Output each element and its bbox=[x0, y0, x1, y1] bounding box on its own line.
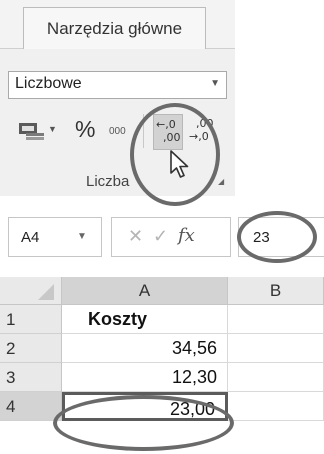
comma-style-button[interactable]: 000 bbox=[109, 126, 126, 137]
insert-function-icon[interactable]: fx bbox=[178, 225, 195, 246]
select-all-corner[interactable] bbox=[0, 277, 62, 305]
dialog-launcher-icon[interactable]: ◢ bbox=[218, 177, 224, 186]
row-header-3[interactable]: 3 bbox=[0, 363, 62, 392]
cell-b2[interactable] bbox=[228, 334, 324, 363]
number-format-value: Liczbowe bbox=[15, 75, 82, 92]
cell-b1[interactable] bbox=[228, 305, 324, 334]
row-header-2[interactable]: 2 bbox=[0, 334, 62, 363]
percent-style-button[interactable]: % bbox=[75, 116, 95, 143]
accounting-format-button[interactable] bbox=[18, 120, 46, 144]
select-all-icon bbox=[38, 284, 54, 300]
accounting-dropdown-arrow-icon[interactable]: ▼ bbox=[48, 124, 57, 134]
column-header-b[interactable]: B bbox=[228, 277, 324, 305]
tab-home[interactable]: Narzędzia główne bbox=[23, 7, 206, 49]
annotation-circle bbox=[237, 211, 317, 263]
chevron-down-icon: ▼ bbox=[210, 78, 220, 89]
spreadsheet-grid: A B 1 Koszty 2 34,56 3 12,30 4 23,00 bbox=[0, 277, 324, 454]
chevron-down-icon[interactable]: ▼ bbox=[77, 231, 87, 242]
column-header-a[interactable]: A bbox=[62, 277, 228, 305]
cell-a1[interactable]: Koszty bbox=[62, 305, 228, 334]
annotation-circle bbox=[53, 395, 234, 451]
cell-b3[interactable] bbox=[228, 363, 324, 392]
mouse-pointer-icon bbox=[169, 150, 191, 180]
number-format-dropdown[interactable]: Liczbowe ▼ bbox=[8, 71, 227, 99]
cancel-icon[interactable]: ✕ bbox=[128, 226, 143, 247]
row-header-4[interactable]: 4 bbox=[0, 392, 62, 421]
group-label-number: Liczba bbox=[86, 173, 130, 190]
formula-controls: ✕ ✓ fx bbox=[111, 217, 231, 257]
cell-a3[interactable]: 12,30 bbox=[62, 363, 228, 392]
name-box[interactable]: A4 ▼ bbox=[8, 217, 102, 257]
enter-icon[interactable]: ✓ bbox=[153, 226, 168, 247]
row-header-1[interactable]: 1 bbox=[0, 305, 62, 334]
accounting-format-icon bbox=[19, 123, 44, 140]
cell-b4[interactable] bbox=[228, 392, 324, 421]
name-box-value: A4 bbox=[21, 229, 40, 246]
cell-a2[interactable]: 34,56 bbox=[62, 334, 228, 363]
